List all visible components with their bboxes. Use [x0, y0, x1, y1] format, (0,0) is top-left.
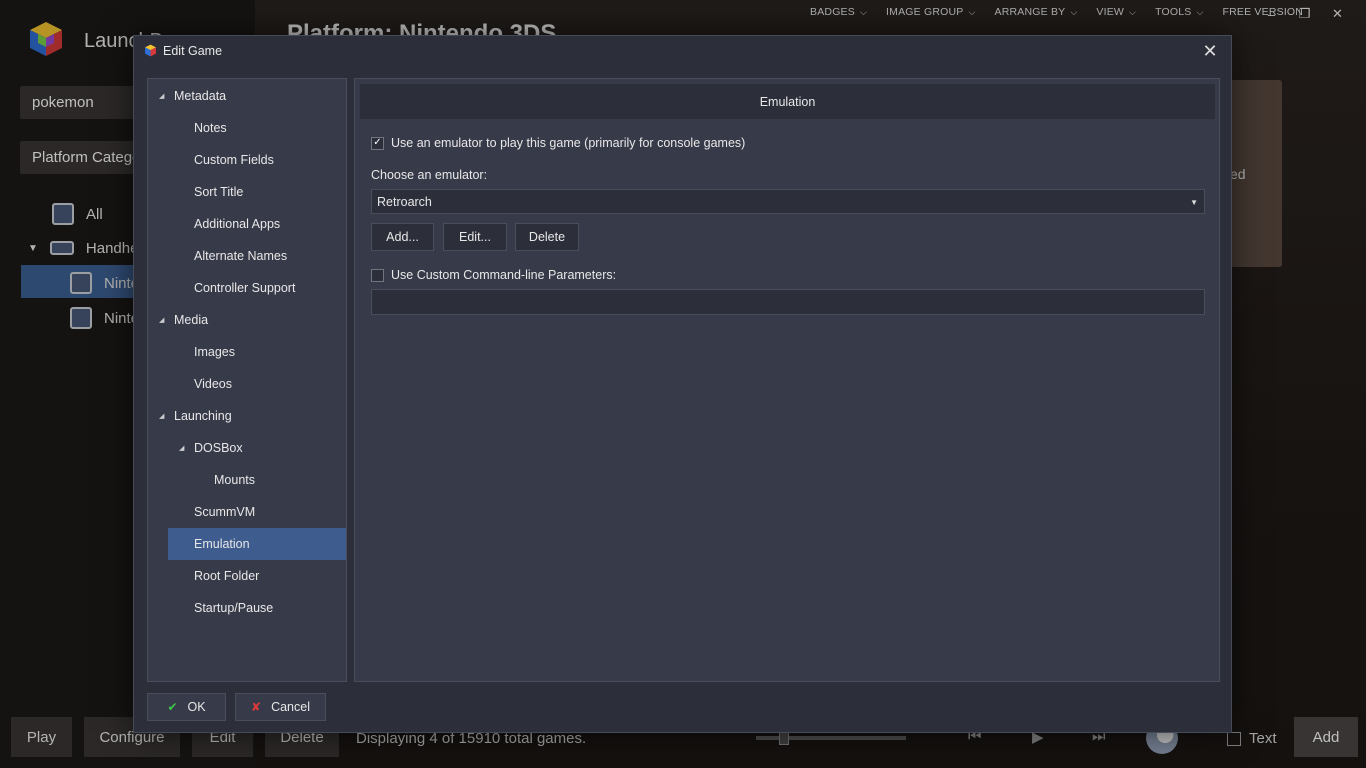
nav-item-root-folder[interactable]: Root Folder: [148, 560, 346, 592]
nav-item-label: Media: [174, 313, 209, 327]
nav-item-label: Notes: [194, 121, 227, 135]
nav-item-label: Images: [194, 345, 235, 359]
nav-item-metadata[interactable]: ◢ Metadata: [148, 80, 346, 112]
launchbox-logo-icon: [145, 44, 156, 57]
nav-item-additional-apps[interactable]: Additional Apps: [148, 208, 346, 240]
dialog-titlebar: Edit Game ✕: [134, 36, 1231, 66]
emulator-select-value: Retroarch: [377, 194, 432, 209]
nav-item-videos[interactable]: Videos: [148, 368, 346, 400]
expanded-arrow-icon[interactable]: ◢: [179, 444, 184, 452]
use-emulator-option[interactable]: ✓ Use an emulator to play this game (pri…: [371, 136, 745, 150]
nav-item-label: Launching: [174, 409, 232, 423]
nav-item-launching[interactable]: ◢ Launching: [148, 400, 346, 432]
use-emulator-label: Use an emulator to play this game (prima…: [391, 136, 746, 150]
nav-item-label: Sort Title: [194, 185, 244, 199]
nav-item-images[interactable]: Images: [148, 336, 346, 368]
settings-nav: ◢ Metadata Notes Custom Fields Sort Titl…: [147, 78, 347, 682]
cancel-x-icon: ✘: [251, 700, 262, 714]
nav-item-startup-pause[interactable]: Startup/Pause: [148, 592, 346, 624]
nav-item-alternate-names[interactable]: Alternate Names: [148, 240, 346, 272]
nav-item-dosbox[interactable]: ◢ DOSBox: [148, 432, 346, 464]
emulator-select[interactable]: Retroarch ▼: [371, 189, 1205, 214]
dialog-title: Edit Game: [163, 44, 223, 58]
use-emulator-checkbox[interactable]: ✓: [371, 136, 384, 150]
cancel-label: Cancel: [271, 700, 310, 714]
checkmark-icon: ✔: [167, 700, 178, 714]
emulation-panel: Emulation ✓ Use an emulator to play this…: [354, 78, 1220, 682]
nav-item-controller-support[interactable]: Controller Support: [148, 272, 346, 304]
nav-item-label: Startup/Pause: [194, 601, 274, 615]
ok-label: OK: [187, 700, 206, 714]
nav-item-label: Additional Apps: [194, 217, 281, 231]
nav-item-label: Alternate Names: [194, 249, 288, 263]
close-icon[interactable]: ✕: [1199, 41, 1221, 63]
checkmark-icon: ✓: [373, 137, 382, 148]
panel-header: Emulation: [360, 84, 1215, 119]
choose-emulator-label: Choose an emulator:: [371, 168, 488, 182]
nav-item-label: Metadata: [174, 89, 227, 103]
nav-item-media[interactable]: ◢ Media: [148, 304, 346, 336]
nav-item-label: DOSBox: [194, 441, 243, 455]
nav-item-notes[interactable]: Notes: [148, 112, 346, 144]
nav-item-emulation[interactable]: Emulation: [168, 528, 346, 560]
delete-emulator-button[interactable]: Delete: [515, 223, 579, 251]
nav-item-label: Controller Support: [194, 281, 296, 295]
cancel-button[interactable]: ✘ Cancel: [235, 693, 326, 721]
expanded-arrow-icon[interactable]: ◢: [159, 412, 164, 420]
expanded-arrow-icon[interactable]: ◢: [159, 92, 164, 100]
nav-item-scummvm[interactable]: ScummVM: [148, 496, 346, 528]
nav-item-custom-fields[interactable]: Custom Fields: [148, 144, 346, 176]
edit-game-dialog: Edit Game ✕ ◢ Metadata Notes Custom Fiel…: [133, 35, 1232, 733]
custom-cmd-label: Use Custom Command-line Parameters:: [391, 268, 617, 282]
dropdown-caret-icon: ▼: [1190, 198, 1198, 207]
custom-cmd-checkbox[interactable]: [371, 268, 384, 282]
nav-item-label: Custom Fields: [194, 153, 274, 167]
nav-item-label: Emulation: [194, 537, 250, 551]
ok-button[interactable]: ✔ OK: [147, 693, 226, 721]
custom-cmd-option[interactable]: Use Custom Command-line Parameters:: [371, 268, 616, 282]
nav-item-label: ScummVM: [194, 505, 256, 519]
custom-cmd-input[interactable]: [371, 289, 1205, 315]
nav-item-sort-title[interactable]: Sort Title: [148, 176, 346, 208]
nav-item-label: Videos: [194, 377, 232, 391]
nav-item-label: Root Folder: [194, 569, 260, 583]
nav-item-label: Mounts: [214, 473, 255, 487]
nav-item-mounts[interactable]: Mounts: [148, 464, 346, 496]
edit-emulator-button[interactable]: Edit...: [443, 223, 507, 251]
add-emulator-button[interactable]: Add...: [371, 223, 434, 251]
expanded-arrow-icon[interactable]: ◢: [159, 316, 164, 324]
